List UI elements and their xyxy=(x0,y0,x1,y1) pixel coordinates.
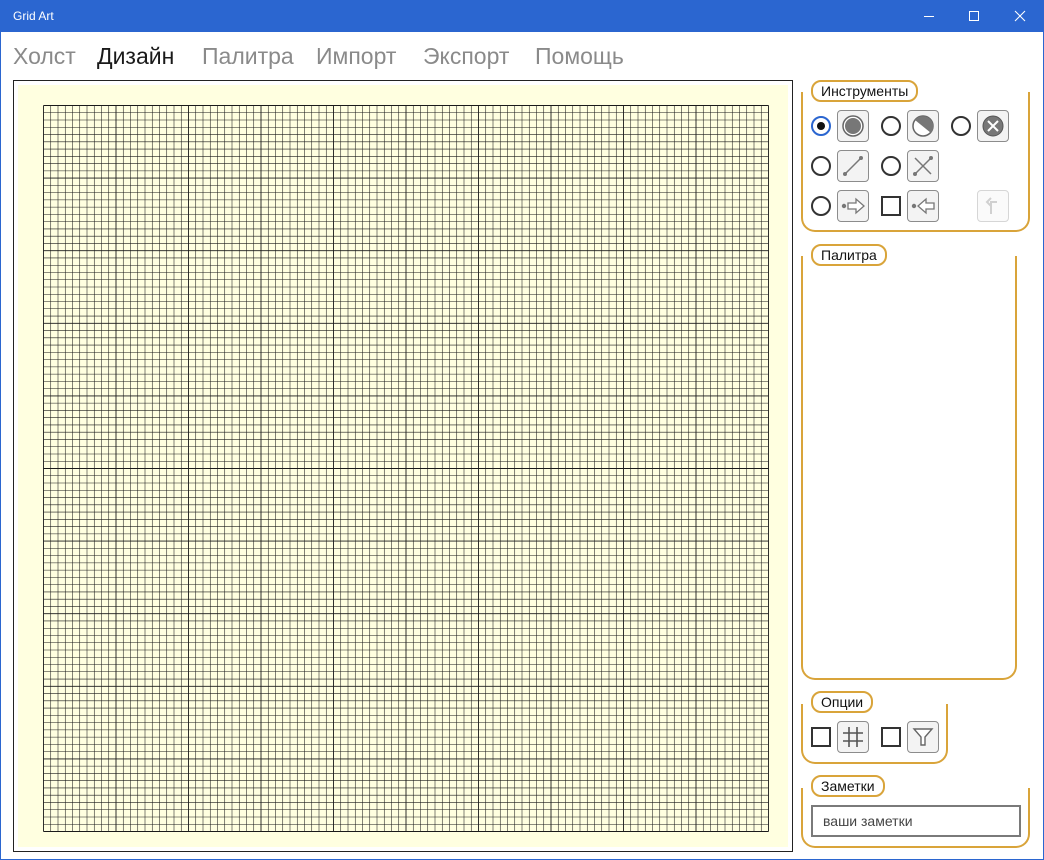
tool-erase-radio[interactable] xyxy=(951,116,971,136)
option-grid-checkbox[interactable] xyxy=(811,727,831,747)
tool-arrow-right-radio[interactable] xyxy=(811,196,831,216)
window-title: Grid Art xyxy=(13,9,54,23)
tools-group-header: Инструменты xyxy=(811,80,919,102)
option-grid-button[interactable] xyxy=(837,721,869,753)
tool-fill-radio[interactable] xyxy=(811,116,831,136)
canvas-frame xyxy=(13,80,793,852)
tool-half-button[interactable] xyxy=(907,110,939,142)
maximize-icon xyxy=(969,11,979,21)
circle-x-icon xyxy=(982,115,1004,137)
close-icon xyxy=(1014,10,1026,22)
canvas-paper xyxy=(18,85,788,847)
menu-item-export[interactable]: Экспорт xyxy=(423,43,509,70)
menu-item-canvas[interactable]: Холст xyxy=(13,43,76,70)
palette-group-header: Палитра xyxy=(811,244,887,266)
maximize-button[interactable] xyxy=(951,0,997,32)
menu-item-help[interactable]: Помощь xyxy=(535,43,624,70)
diagonal-line-icon xyxy=(843,156,863,176)
undo-button[interactable] xyxy=(977,190,1009,222)
tool-half-radio[interactable] xyxy=(881,116,901,136)
menu-bar: Холст Дизайн Палитра Импорт Экспорт Помо… xyxy=(0,40,800,76)
minimize-button[interactable] xyxy=(906,0,952,32)
tool-line-radio[interactable] xyxy=(811,156,831,176)
tool-line-button[interactable] xyxy=(837,150,869,182)
tool-arrow-left-checkbox[interactable] xyxy=(881,196,901,216)
tool-erase-button[interactable] xyxy=(977,110,1009,142)
tool-arrow-left-button[interactable] xyxy=(907,190,939,222)
menu-item-import[interactable]: Импорт xyxy=(316,43,396,70)
half-circle-icon xyxy=(912,115,934,137)
palette-group xyxy=(801,256,1017,680)
arrow-right-icon xyxy=(841,197,865,215)
drawing-grid[interactable] xyxy=(43,105,769,832)
arrow-left-icon xyxy=(911,197,935,215)
options-group-header: Опции xyxy=(811,691,874,713)
filled-circle-icon xyxy=(842,115,864,137)
option-filter-button[interactable] xyxy=(907,721,939,753)
tool-fill-button[interactable] xyxy=(837,110,869,142)
option-filter-checkbox[interactable] xyxy=(881,727,901,747)
notes-input[interactable] xyxy=(811,805,1021,837)
title-bar: Grid Art xyxy=(0,0,1044,32)
minimize-icon xyxy=(924,16,934,17)
undo-arrow-icon xyxy=(985,197,997,214)
close-button[interactable] xyxy=(997,0,1043,32)
menu-item-palette[interactable]: Палитра xyxy=(202,43,294,70)
menu-item-design[interactable]: Дизайн xyxy=(97,43,174,70)
tool-arrow-right-button[interactable] xyxy=(837,190,869,222)
filter-icon xyxy=(912,728,934,746)
grid-icon xyxy=(843,727,863,747)
tool-cross-button[interactable] xyxy=(907,150,939,182)
tool-cross-radio[interactable] xyxy=(881,156,901,176)
notes-group-header: Заметки xyxy=(811,775,885,797)
cross-lines-icon xyxy=(913,156,933,176)
